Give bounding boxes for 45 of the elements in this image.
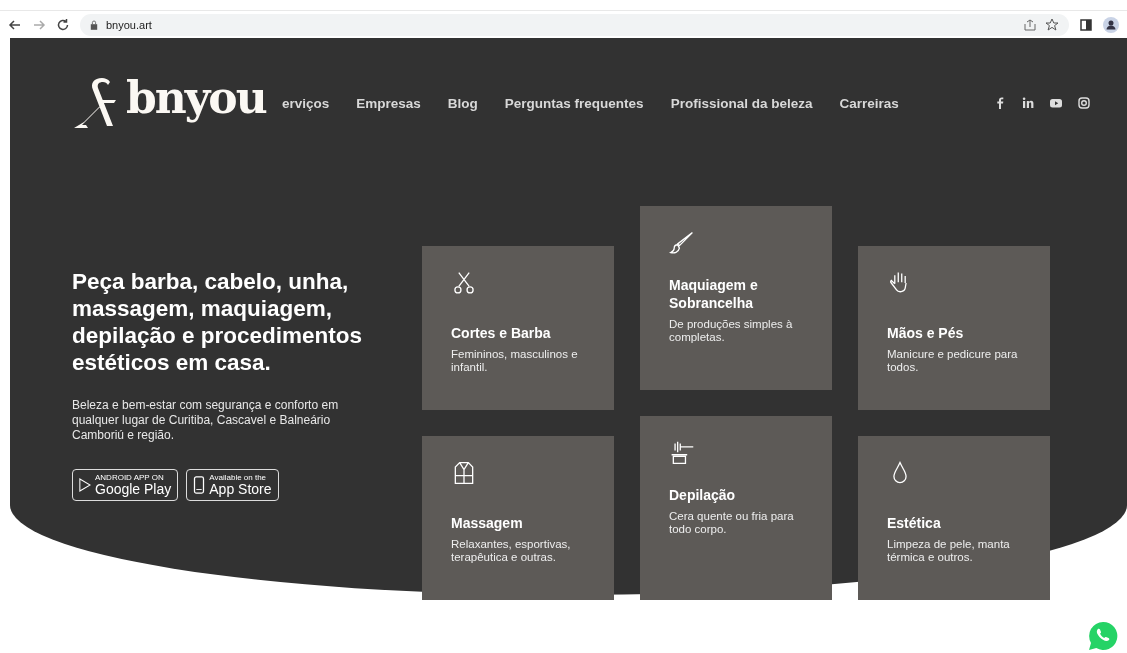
nav-link[interactable]: erviços <box>282 95 330 111</box>
back-icon[interactable] <box>8 17 22 32</box>
card-title: Mãos e Pés <box>887 324 965 342</box>
hero-text: Beleza e bem-estar com segurança e conforto em qualquer lugar de Curitiba, Cascavel e Balneário Camboriú e região. <box>72 398 340 443</box>
address-bar[interactable]: bnyou.art <box>80 13 1069 36</box>
card-text: Femininos, masculinos e infantil. <box>451 348 579 374</box>
phone-icon <box>193 476 206 494</box>
service-card[interactable]: Estética Limpeza de pele, manta térmica e outros. <box>858 436 1050 600</box>
card-title: Cortes e Barba <box>451 324 552 342</box>
nav-link[interactable]: Carreiras <box>839 95 899 111</box>
card-text: Relaxantes, esportivas, terapêutica e outras. <box>451 538 572 564</box>
service-card[interactable]: Massagem Relaxantes, esportivas, terapêutica e outras. <box>422 436 614 600</box>
lock-icon <box>90 19 98 30</box>
card-text: Cera quente ou fria para todo corpo. <box>669 510 795 536</box>
card-title: Estética <box>887 514 942 532</box>
star-icon[interactable] <box>1045 17 1059 32</box>
nav-link[interactable]: Empresas <box>356 95 421 111</box>
service-card[interactable]: Cortes e Barba Femininos, masculinos e infantil. <box>422 246 614 410</box>
card-text: Limpeza de pele, manta térmica e outros. <box>887 538 1011 564</box>
url-text: bnyou.art <box>106 18 152 31</box>
brush-icon <box>669 230 695 256</box>
camera-icon[interactable] <box>1076 96 1091 110</box>
card-title: Maquiagem e Sobrancelha <box>669 276 759 312</box>
profile-icon[interactable] <box>1103 16 1119 33</box>
share-icon[interactable] <box>1023 17 1037 32</box>
nav-link[interactable]: Perguntas frequentes <box>504 95 644 111</box>
nav-link[interactable]: Profissional da beleza <box>670 95 813 111</box>
card-text: De produções simples à completas. <box>669 318 794 344</box>
card-title: Massagem <box>451 514 524 532</box>
card-text: Manicure e pedicure para todos. <box>887 348 1019 374</box>
video-play-icon[interactable] <box>1048 96 1063 110</box>
card-title: Depilação <box>669 486 737 504</box>
hero-heading: Peça barba, cabelo, unha, massagem, maquiagem, depilação e procedimentos estéticos em casa. <box>72 268 364 376</box>
nav-link[interactable]: Blog <box>447 95 478 111</box>
service-card[interactable]: Maquiagem e Sobrancelha De produções simples à completas. <box>640 206 832 390</box>
service-card[interactable]: Depilação Cera quente ou fria para todo corpo. <box>640 416 832 600</box>
service-card[interactable]: Mãos e Pés Manicure e pedicure para todos. <box>858 246 1050 410</box>
side-panel-icon[interactable] <box>1079 17 1093 32</box>
play-triangle-icon <box>79 476 91 494</box>
reload-icon[interactable] <box>56 17 70 32</box>
linkedin-icon[interactable] <box>1020 96 1035 110</box>
wax-strip-icon <box>669 440 695 466</box>
app-store-badge[interactable]: ANDROID APP ON Google Play <box>72 469 179 501</box>
app-store-badge[interactable]: Available on the App Store <box>186 469 279 501</box>
scissors-icon <box>451 270 477 296</box>
